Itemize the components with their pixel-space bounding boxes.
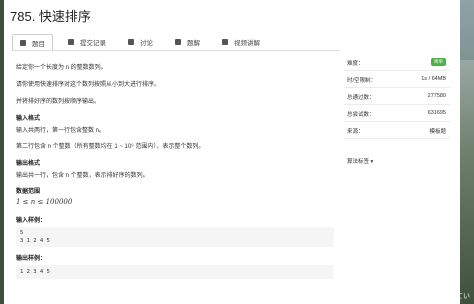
info-key: 时/空限制：	[347, 78, 377, 84]
tab-label: 题解	[187, 40, 200, 47]
info-key: 总通过数：	[347, 95, 375, 101]
tab-bar: 题目 提交记录 讨论 题解 视频讲解	[12, 33, 275, 51]
info-key: 来源：	[347, 129, 364, 135]
info-row-attempts: 总尝试数： 631695	[344, 105, 450, 122]
problem-card: 785. 快速排序 题目 提交记录 讨论 题解 视频讲解 给定你一个长度为 n …	[4, 0, 460, 304]
info-key: 难度：	[347, 61, 364, 67]
output-format-line-1: 输出共一行，包含 n 个整数，表示排好序的数列。	[16, 173, 149, 179]
sample-input-line: 3 1 2 4 5	[20, 238, 50, 244]
difficulty-badge: 简单	[431, 58, 446, 66]
info-value: 277580	[427, 93, 446, 99]
intro-text-2: 请你使用快速排序对这个数列按照从小到大进行排序。	[16, 82, 161, 88]
sample-input-block: 5 3 1 2 4 5	[16, 227, 334, 247]
tab-submissions[interactable]: 提交记录	[61, 34, 113, 50]
tab-divider	[12, 50, 340, 51]
info-row-limits: 时/空限制： 1s / 64MB	[344, 71, 450, 88]
tab-label: 讨论	[140, 40, 153, 47]
algorithm-tags-toggle[interactable]: 算法标签 ▾	[347, 157, 373, 165]
list-icon	[68, 39, 74, 45]
sample-output-line: 1 2 3 4 5	[20, 269, 50, 275]
watermark: CSDN @空か笑ってい	[399, 293, 470, 300]
sample-output-block: 1 2 3 4 5	[16, 265, 334, 279]
data-range-heading: 数据范围	[16, 189, 41, 195]
comment-icon	[128, 39, 134, 45]
video-icon	[222, 39, 228, 45]
info-row-source: 来源： 模板题	[344, 122, 450, 139]
tab-problem[interactable]: 题目	[12, 33, 53, 51]
info-value: 631695	[427, 110, 446, 116]
problem-title: 785. 快速排序	[10, 9, 91, 24]
document-icon	[20, 39, 26, 46]
data-range-value: 1 ≤ n ≤ 100000	[16, 198, 73, 206]
info-value[interactable]: 模板题	[429, 127, 446, 135]
tab-label: 提交记录	[80, 40, 106, 47]
intro-text-3: 并将排好序的数列按顺序输出。	[16, 99, 101, 105]
info-value: 1s / 64MB	[421, 76, 446, 82]
tab-video[interactable]: 视频讲解	[215, 34, 267, 50]
output-format-heading: 输出格式	[16, 161, 41, 167]
title-bar: 785. 快速排序	[4, 0, 460, 28]
tab-solutions[interactable]: 题解	[168, 34, 207, 50]
sample-input-line: 5	[20, 230, 24, 236]
input-format-heading: 输入格式	[16, 116, 41, 122]
tab-discussion[interactable]: 讨论	[121, 34, 160, 50]
tab-label: 视频讲解	[234, 40, 260, 47]
intro-text: 给定你一个长度为 n 的整数数列。	[16, 65, 107, 71]
info-row-difficulty: 难度： 简单	[344, 54, 450, 71]
tab-label: 题目	[32, 40, 45, 48]
input-format-line-2: 第二行包含 n 个整数（所有整数均在 1 ~ 10⁹ 范围内），表示整个数列。	[16, 144, 205, 150]
info-row-accepted: 总通过数： 277580	[344, 88, 450, 105]
input-format-line-1: 输入共两行，第一行包含整数 n。	[16, 128, 106, 134]
book-icon	[175, 39, 181, 45]
sample-output-heading: 输出样例：	[16, 256, 47, 262]
info-key: 总尝试数：	[347, 112, 375, 118]
sample-input-heading: 输入样例：	[16, 218, 47, 224]
